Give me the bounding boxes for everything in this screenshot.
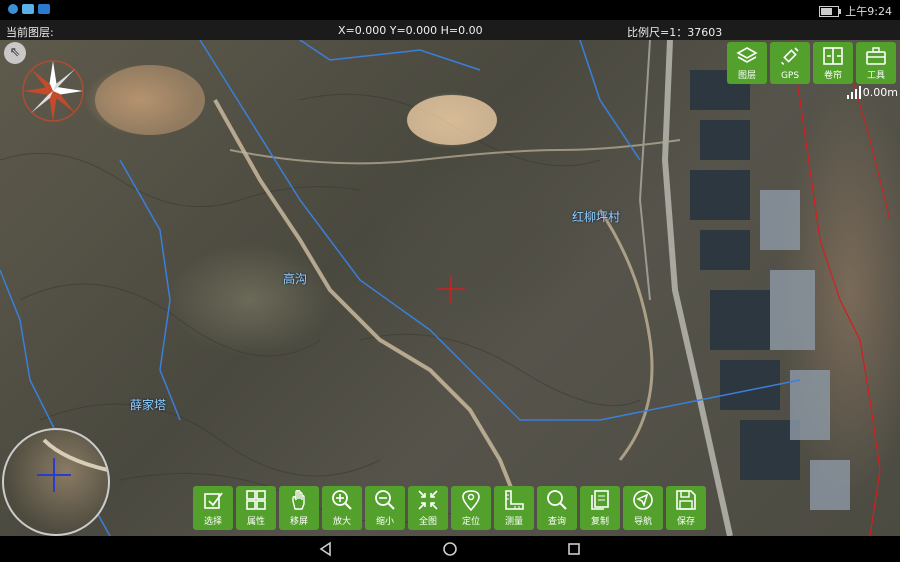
copy-icon xyxy=(580,486,620,517)
battery-icon xyxy=(819,5,842,17)
zoom-out-button[interactable]: 缩小 xyxy=(365,486,405,530)
full-extent-icon xyxy=(408,486,448,517)
swipe-label: 卷帘 xyxy=(823,71,842,81)
locate-button[interactable]: 定位 xyxy=(451,486,491,530)
full-extent-button[interactable]: 全图 xyxy=(408,486,448,530)
home-icon[interactable] xyxy=(442,541,458,557)
zoom-out-icon xyxy=(365,486,405,517)
toolbox-icon xyxy=(856,42,896,71)
compass-icon[interactable] xyxy=(18,56,88,126)
tools-label: 工具 xyxy=(866,71,885,81)
copy-label: 复制 xyxy=(590,517,609,527)
bottom-toolbar: 选择 属性 移屏 放大 缩小 全图 定位 测量 查询 复制 导航 保存 xyxy=(193,486,707,530)
top-toolbar: 图层 GPS 卷帘 工具 xyxy=(727,42,896,84)
attribute-label: 属性 xyxy=(246,517,265,527)
scale-readout: 比例尺=1：37603 xyxy=(627,26,723,39)
globe-icon xyxy=(8,4,18,14)
measure-icon xyxy=(494,486,534,517)
map-label-village: 红柳坪村 xyxy=(572,210,621,224)
status-time: 上午9:24 xyxy=(845,5,892,18)
status-bar: 上午9:24 xyxy=(0,0,900,20)
back-icon[interactable] xyxy=(318,541,334,557)
current-layer-label: 当前图层: xyxy=(6,26,54,39)
save-button[interactable]: 保存 xyxy=(666,486,706,530)
zoom-in-button[interactable]: 放大 xyxy=(322,486,362,530)
search-button[interactable]: 查询 xyxy=(537,486,577,530)
navigate-label: 导航 xyxy=(633,517,652,527)
pan-label: 移屏 xyxy=(289,517,308,527)
select-label: 选择 xyxy=(203,517,222,527)
overview-crosshair-icon xyxy=(37,438,108,492)
map-label-xuejiata: 薛家塔 xyxy=(130,398,167,412)
save-icon xyxy=(666,486,706,517)
search-icon xyxy=(537,486,577,517)
navigate-button[interactable]: 导航 xyxy=(623,486,663,530)
layers-label: 图层 xyxy=(737,71,756,81)
gps-label: GPS xyxy=(780,71,800,81)
info-bar: 当前图层: X=0.000 Y=0.000 H=0.00 比例尺=1：37603 xyxy=(0,20,900,40)
pan-button[interactable]: 移屏 xyxy=(279,486,319,530)
message-icon xyxy=(38,4,50,14)
notification-icons xyxy=(8,4,50,14)
system-nav-bar xyxy=(0,536,900,562)
accuracy-text: 0.00m xyxy=(862,86,898,99)
zoom-in-icon xyxy=(322,486,362,517)
swipe-button[interactable]: 卷帘 xyxy=(813,42,853,84)
measure-button[interactable]: 测量 xyxy=(494,486,534,530)
overview-map[interactable] xyxy=(2,428,110,536)
map-label-gaogou: 高沟 xyxy=(283,272,308,286)
attribute-button[interactable]: 属性 xyxy=(236,486,276,530)
save-label: 保存 xyxy=(676,517,695,527)
layers-button[interactable]: 图层 xyxy=(727,42,767,84)
gps-icon xyxy=(770,42,810,71)
zoom-in-label: 放大 xyxy=(332,517,351,527)
map-crosshair-icon xyxy=(437,275,465,303)
cloud-icon xyxy=(22,4,34,14)
signal-indicator: 0.00m xyxy=(846,86,898,99)
recent-apps-icon[interactable] xyxy=(566,541,582,557)
zoom-out-label: 缩小 xyxy=(375,517,394,527)
locate-label: 定位 xyxy=(461,517,480,527)
swipe-icon xyxy=(813,42,853,71)
attribute-icon xyxy=(236,486,276,517)
gps-button[interactable]: GPS xyxy=(770,42,810,84)
measure-label: 测量 xyxy=(504,517,523,527)
pan-icon xyxy=(279,486,319,517)
select-button[interactable]: 选择 xyxy=(193,486,233,530)
select-icon xyxy=(193,486,233,517)
satellite-map[interactable]: 红柳坪村 高沟 薛家塔 ⇖ 图层 GPS 卷帘 工具 0.00m 选择 属性 移… xyxy=(0,40,900,536)
coordinate-readout: X=0.000 Y=0.000 H=0.00 xyxy=(338,24,483,37)
copy-button[interactable]: 复制 xyxy=(580,486,620,530)
locate-icon xyxy=(451,486,491,517)
tools-button[interactable]: 工具 xyxy=(856,42,896,84)
navigate-icon xyxy=(623,486,663,517)
full-extent-label: 全图 xyxy=(418,517,437,527)
search-label: 查询 xyxy=(547,517,566,527)
layers-icon xyxy=(727,42,767,71)
